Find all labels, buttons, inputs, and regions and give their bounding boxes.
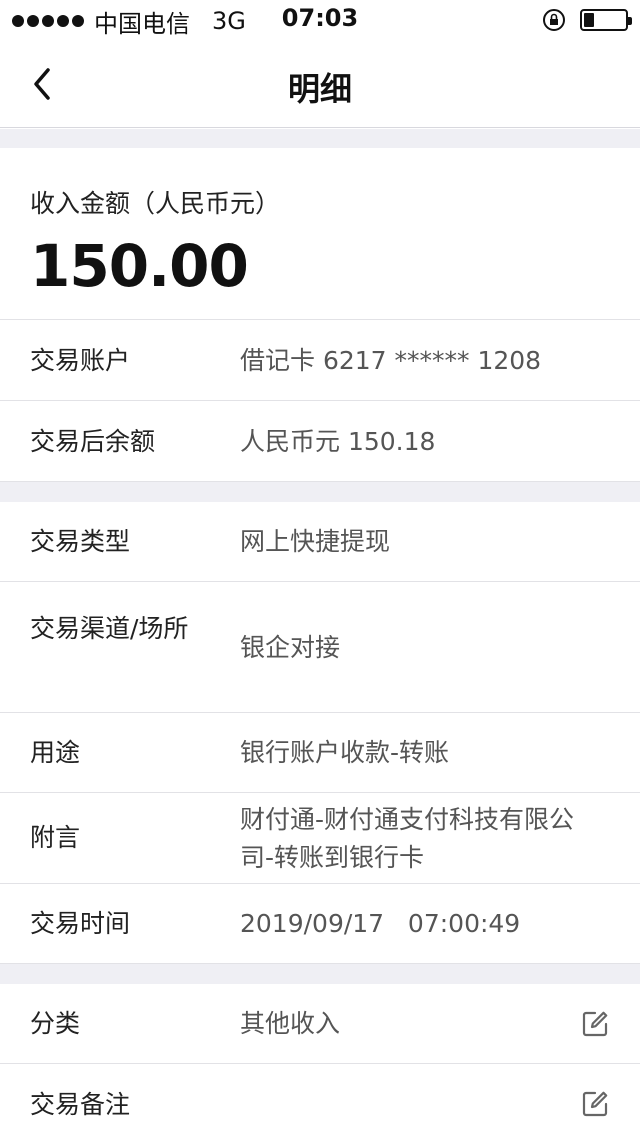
row-label: 交易类型 [30, 527, 131, 556]
row-label: 交易账户 [30, 346, 131, 375]
row-purpose: 用途 银行账户收款-转账 [0, 713, 640, 793]
row-label: 交易时间 [30, 909, 131, 938]
row-value: 2019/09/17 07:00:49 [240, 909, 521, 938]
battery-icon [580, 9, 632, 31]
row-value: 其他收入 [240, 1009, 341, 1038]
row-value: 财付通-财付通支付科技有限公司-转账到银行卡 [240, 805, 575, 872]
amount-section: 收入金额（人民币元） 150.00 [0, 148, 640, 320]
status-bar: 中国电信 3G 07:03 [0, 0, 640, 40]
amount-value: 150.00 [30, 232, 249, 300]
navigation-bar: 明细 [0, 40, 640, 128]
row-value: 银行账户收款-转账 [240, 738, 450, 767]
edit-icon[interactable] [580, 1089, 610, 1119]
row-memo: 附言 财付通-财付通支付科技有限公司-转账到银行卡 [0, 793, 640, 884]
section-divider [0, 964, 640, 984]
row-channel: 交易渠道/场所 银企对接 [0, 582, 640, 713]
row-value: 人民币元 150.18 [240, 427, 436, 456]
amount-label: 收入金额（人民币元） [30, 189, 281, 218]
row-label: 附言 [30, 823, 81, 852]
rotation-lock-icon [543, 9, 565, 31]
page-title: 明细 [287, 70, 352, 108]
row-transaction-time: 交易时间 2019/09/17 07:00:49 [0, 884, 640, 964]
row-label: 交易后余额 [30, 427, 156, 456]
row-label: 交易备注 [30, 1090, 131, 1119]
row-note[interactable]: 交易备注 [0, 1064, 640, 1136]
row-transaction-type: 交易类型 网上快捷提现 [0, 502, 640, 582]
section-divider [0, 129, 640, 148]
row-label: 用途 [30, 738, 81, 767]
section-divider [0, 482, 640, 502]
row-label: 分类 [30, 1009, 81, 1038]
row-label: 交易渠道/场所 [30, 614, 189, 643]
row-category[interactable]: 分类 其他收入 [0, 984, 640, 1064]
row-account: 交易账户 借记卡 6217 ****** 1208 [0, 321, 640, 401]
row-value: 网上快捷提现 [240, 527, 391, 556]
edit-icon[interactable] [580, 1009, 610, 1039]
row-value: 银企对接 [240, 633, 341, 662]
row-balance-after: 交易后余额 人民币元 150.18 [0, 402, 640, 482]
row-value: 借记卡 6217 ****** 1208 [240, 346, 542, 375]
